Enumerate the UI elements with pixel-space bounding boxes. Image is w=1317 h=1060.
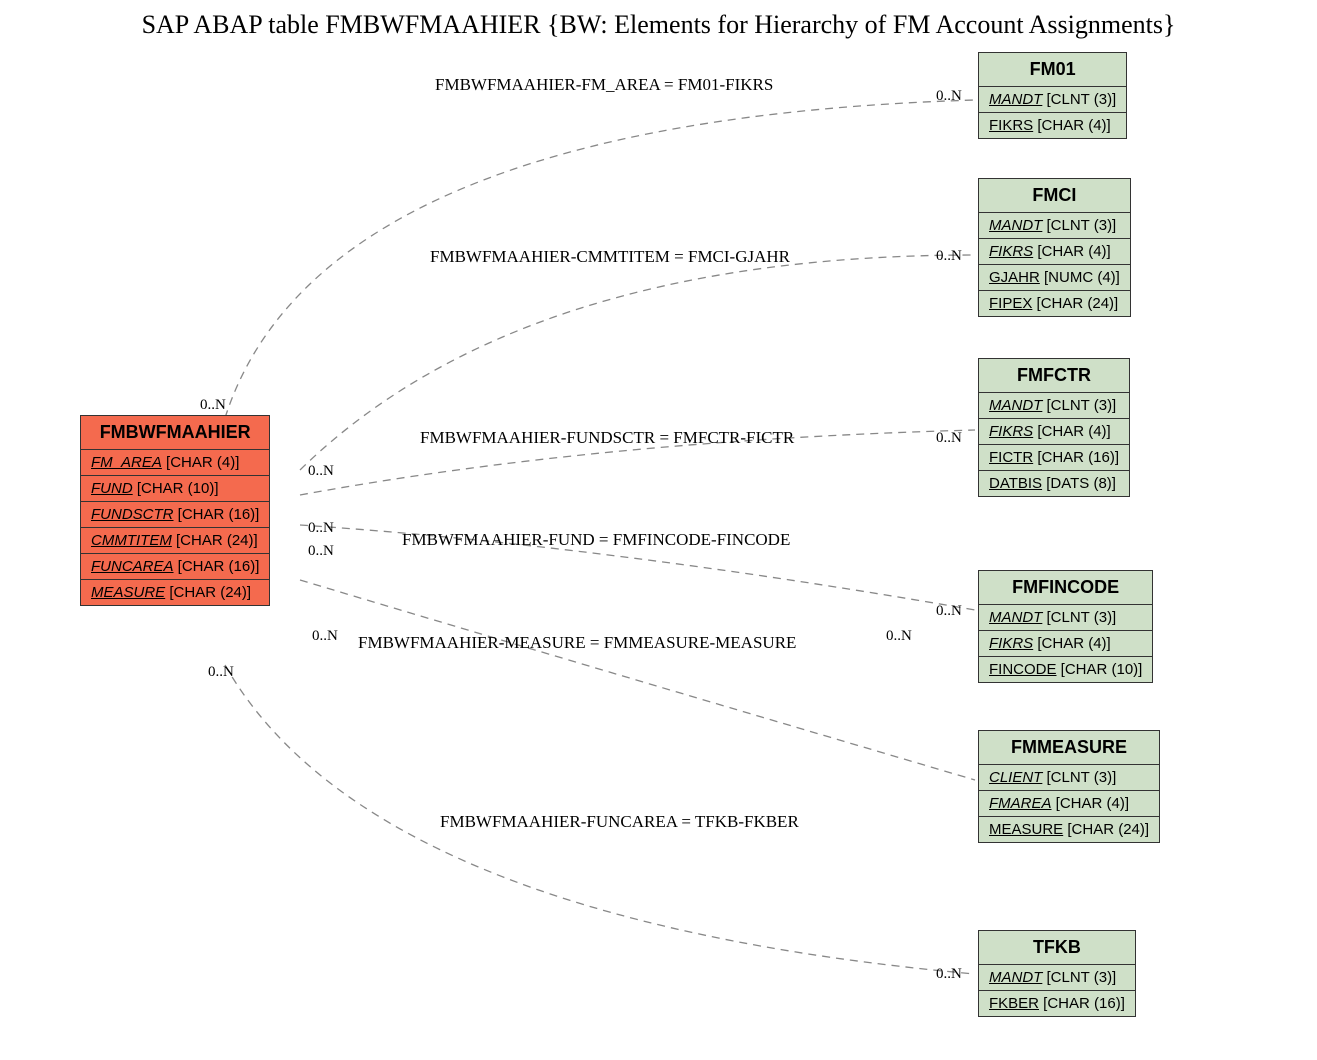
relation-label: FMBWFMAAHIER-FUNDSCTR = FMFCTR-FICTR	[420, 428, 794, 448]
entity-field: FICTR [CHAR (16)]	[979, 445, 1129, 471]
entity-field: MEASURE [CHAR (24)]	[979, 817, 1159, 842]
entity-fm01: FM01MANDT [CLNT (3)]FIKRS [CHAR (4)]	[978, 52, 1127, 139]
entity-field: FKBER [CHAR (16)]	[979, 991, 1135, 1016]
entity-field: CLIENT [CLNT (3)]	[979, 765, 1159, 791]
cardinality-right: 0..N	[936, 248, 962, 265]
entity-header: FMMEASURE	[979, 731, 1159, 765]
entity-header: TFKB	[979, 931, 1135, 965]
entity-field: MANDT [CLNT (3)]	[979, 393, 1129, 419]
entity-field: DATBIS [DATS (8)]	[979, 471, 1129, 496]
entity-field: FINCODE [CHAR (10)]	[979, 657, 1152, 682]
entity-field: FIKRS [CHAR (4)]	[979, 113, 1126, 138]
cardinality-left: 0..N	[208, 664, 234, 681]
cardinality-right: 0..N	[886, 628, 912, 645]
entity-fmbwfmaahier: FMBWFMAAHIER FM_AREA [CHAR (4)]FUND [CHA…	[80, 415, 270, 606]
relation-label: FMBWFMAAHIER-FUNCAREA = TFKB-FKBER	[440, 812, 799, 832]
entity-header: FMFCTR	[979, 359, 1129, 393]
cardinality-right: 0..N	[936, 430, 962, 447]
entity-field: MEASURE [CHAR (24)]	[81, 580, 269, 605]
entity-field: MANDT [CLNT (3)]	[979, 605, 1152, 631]
entity-fmfctr: FMFCTRMANDT [CLNT (3)]FIKRS [CHAR (4)]FI…	[978, 358, 1130, 497]
cardinality-left: 0..N	[308, 520, 334, 537]
entity-header: FMBWFMAAHIER	[81, 416, 269, 450]
relation-label: FMBWFMAAHIER-FM_AREA = FM01-FIKRS	[435, 75, 773, 95]
entity-field: FUND [CHAR (10)]	[81, 476, 269, 502]
entity-fmci: FMCIMANDT [CLNT (3)]FIKRS [CHAR (4)]GJAH…	[978, 178, 1131, 317]
entity-field: FIKRS [CHAR (4)]	[979, 239, 1130, 265]
cardinality-left: 0..N	[308, 463, 334, 480]
cardinality-left: 0..N	[312, 628, 338, 645]
entity-header: FM01	[979, 53, 1126, 87]
relation-label: FMBWFMAAHIER-CMMTITEM = FMCI-GJAHR	[430, 247, 790, 267]
entity-field: FM_AREA [CHAR (4)]	[81, 450, 269, 476]
entity-fmfincode: FMFINCODEMANDT [CLNT (3)]FIKRS [CHAR (4)…	[978, 570, 1153, 683]
entity-header: FMCI	[979, 179, 1130, 213]
cardinality-left: 0..N	[308, 543, 334, 560]
cardinality-right: 0..N	[936, 88, 962, 105]
entity-field: CMMTITEM [CHAR (24)]	[81, 528, 269, 554]
entity-field: FMAREA [CHAR (4)]	[979, 791, 1159, 817]
entity-field: GJAHR [NUMC (4)]	[979, 265, 1130, 291]
entity-fmmeasure: FMMEASURECLIENT [CLNT (3)]FMAREA [CHAR (…	[978, 730, 1160, 843]
entity-header: FMFINCODE	[979, 571, 1152, 605]
relation-label: FMBWFMAAHIER-MEASURE = FMMEASURE-MEASURE	[358, 633, 796, 653]
entity-field: FIKRS [CHAR (4)]	[979, 631, 1152, 657]
entity-field: FIKRS [CHAR (4)]	[979, 419, 1129, 445]
entity-field: FIPEX [CHAR (24)]	[979, 291, 1130, 316]
entity-field: MANDT [CLNT (3)]	[979, 965, 1135, 991]
relation-label: FMBWFMAAHIER-FUND = FMFINCODE-FINCODE	[402, 530, 790, 550]
entity-field: MANDT [CLNT (3)]	[979, 213, 1130, 239]
entity-field: MANDT [CLNT (3)]	[979, 87, 1126, 113]
entity-field: FUNDSCTR [CHAR (16)]	[81, 502, 269, 528]
entity-tfkb: TFKBMANDT [CLNT (3)]FKBER [CHAR (16)]	[978, 930, 1136, 1017]
page-title: SAP ABAP table FMBWFMAAHIER {BW: Element…	[142, 10, 1176, 40]
cardinality-right: 0..N	[936, 603, 962, 620]
cardinality-right: 0..N	[936, 966, 962, 983]
entity-field: FUNCAREA [CHAR (16)]	[81, 554, 269, 580]
cardinality-left: 0..N	[200, 397, 226, 414]
